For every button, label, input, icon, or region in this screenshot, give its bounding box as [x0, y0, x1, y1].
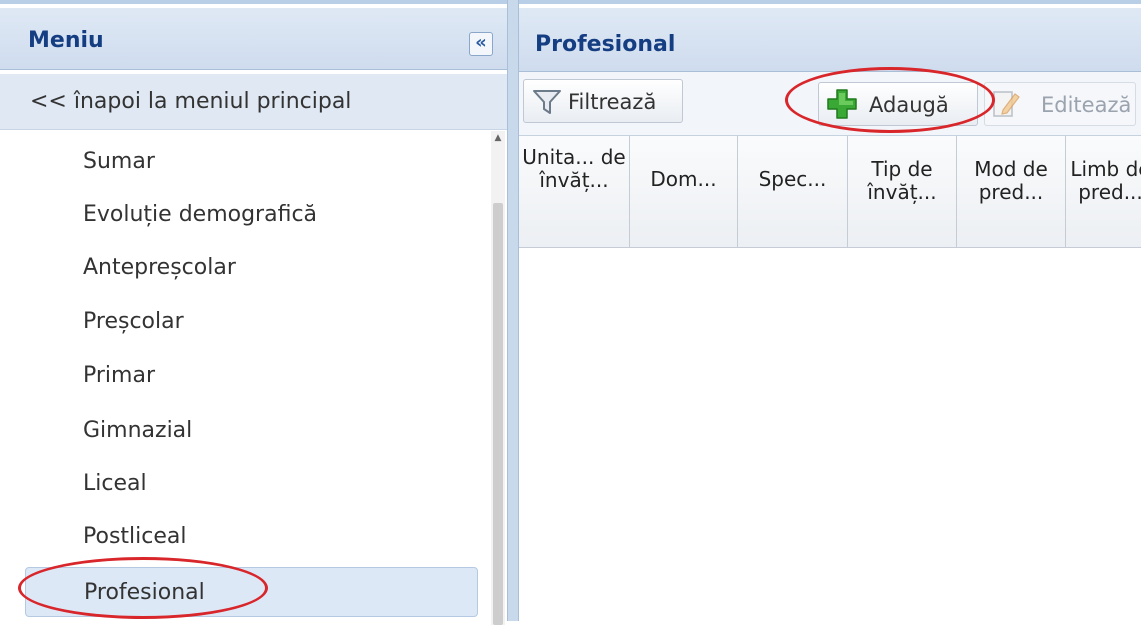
menu-list: Sumar Evoluție demografică Antepreșcolar… [0, 131, 490, 625]
column-header-mod-predare[interactable]: Mod de pred... [957, 136, 1066, 247]
menu-item-label: Profesional [84, 580, 205, 605]
filter-button-label: Filtrează [568, 90, 657, 114]
column-header-label: Tip de învăț... [867, 157, 937, 204]
menu-item-profesional[interactable]: Profesional [25, 567, 478, 617]
menu-panel-header: Meniu « [0, 8, 507, 70]
filter-button[interactable]: Filtrează [523, 79, 683, 123]
menu-item-prescolar[interactable]: Preșcolar [25, 297, 478, 347]
column-header-specializare[interactable]: Spec... [738, 136, 848, 247]
menu-item-label: Antepreșcolar [83, 255, 236, 280]
grid-body [519, 248, 1141, 625]
back-to-main-menu-link[interactable]: << înapoi la meniul principal [0, 74, 507, 130]
add-button[interactable]: Adaugă [818, 82, 978, 126]
menu-item-label: Sumar [83, 149, 155, 174]
menu-scrollbar[interactable]: ▲ [491, 131, 505, 625]
menu-title: Meniu [28, 28, 104, 53]
menu-item-gimnazial[interactable]: Gimnazial [25, 406, 478, 456]
menu-item-evolutie-demografica[interactable]: Evoluție demografică [25, 190, 478, 240]
collapse-menu-button[interactable]: « [469, 32, 493, 56]
menu-item-primar[interactable]: Primar [25, 351, 478, 401]
green-plus-icon [827, 89, 857, 119]
menu-item-liceal[interactable]: Liceal [25, 459, 478, 509]
column-header-domeniu[interactable]: Dom... [630, 136, 738, 247]
menu-item-label: Primar [83, 363, 155, 388]
column-header-label: Limb de pred... [1070, 157, 1141, 204]
menu-item-label: Gimnazial [83, 418, 193, 443]
column-header-label: Mod de pred... [974, 157, 1048, 204]
column-header-unitate[interactable]: Unita... de învăț... [519, 136, 630, 247]
content-panel: Profesional Filtrează Adaugă Editează Un… [519, 0, 1141, 625]
column-header-label: Unita... de învăț... [522, 145, 626, 192]
menu-item-postliceal[interactable]: Postliceal [25, 512, 478, 562]
menu-item-label: Preșcolar [83, 309, 184, 334]
edit-button[interactable]: Editează [984, 82, 1136, 126]
toolbar: Filtrează Adaugă Editează [519, 72, 1141, 136]
double-chevron-left-icon: « [475, 32, 487, 53]
menu-item-label: Liceal [83, 471, 147, 496]
funnel-icon [533, 90, 561, 114]
column-header-label: Dom... [650, 167, 717, 191]
add-button-label: Adaugă [869, 93, 949, 117]
grid-header: Unita... de învăț... Dom... Spec... Tip … [519, 136, 1141, 248]
menu-item-label: Postliceal [83, 524, 187, 549]
column-header-limba-predare[interactable]: Limb de pred... [1066, 136, 1141, 247]
column-header-tip-invatamant[interactable]: Tip de învăț... [848, 136, 957, 247]
page-title: Profesional [535, 32, 676, 57]
menu-item-label: Evoluție demografică [83, 202, 318, 227]
column-header-label: Spec... [758, 167, 827, 191]
back-link-label: << înapoi la meniul principal [30, 89, 352, 114]
menu-item-antepreșcolar[interactable]: Antepreșcolar [25, 243, 478, 293]
edit-button-label: Editează [1041, 93, 1132, 117]
content-panel-header: Profesional [519, 8, 1141, 72]
scrollbar-thumb[interactable] [493, 203, 503, 625]
menu-item-sumar[interactable]: Sumar [25, 137, 478, 187]
edit-pencil-icon [993, 91, 1020, 117]
menu-panel: Meniu « << înapoi la meniul principal Su… [0, 0, 507, 625]
scroll-up-arrow-icon[interactable]: ▲ [491, 131, 505, 145]
panel-splitter[interactable] [507, 0, 519, 621]
